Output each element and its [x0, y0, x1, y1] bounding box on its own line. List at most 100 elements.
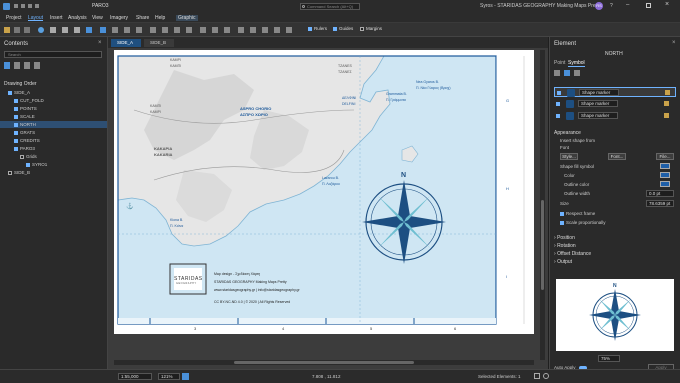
symbol-layer-type-select[interactable]: Shape marker [578, 112, 618, 119]
layer-visibility-checkbox[interactable] [14, 114, 18, 119]
outline-width-input[interactable]: 0.0 pt [646, 190, 674, 197]
zoom-select[interactable]: 121% [158, 373, 180, 380]
symbol-layer-row[interactable]: Shape marker [554, 111, 676, 121]
command-search-input[interactable]: Command Search (Alt+Q) [300, 3, 360, 10]
selection-icon[interactable] [14, 62, 20, 69]
position-section[interactable]: › Position [554, 235, 575, 241]
guides-toggle[interactable]: Guides [333, 26, 353, 31]
symbol-layers-icon[interactable] [564, 70, 570, 76]
layer-row[interactable]: CUT_FOLD [0, 97, 107, 104]
output-section[interactable]: › Output [554, 259, 572, 265]
maximize-button[interactable] [646, 3, 651, 8]
menu-project[interactable]: Project [6, 15, 22, 21]
margins-toggle[interactable]: Margins [360, 26, 382, 31]
layer-row[interactable]: GRATS [0, 129, 107, 136]
contents-search-input[interactable]: Search [4, 51, 102, 58]
map-frame[interactable]: ⚓ N [114, 50, 534, 334]
grid-icon[interactable] [200, 27, 206, 33]
north-arrow-icon[interactable] [124, 27, 130, 33]
lock-icon[interactable] [665, 90, 670, 95]
element-close-icon[interactable]: × [672, 40, 676, 46]
help-icon[interactable]: ? [610, 3, 613, 9]
scale-proportionally-toggle[interactable]: Scale proportionally [560, 220, 606, 225]
layer-visibility-checkbox[interactable] [8, 170, 12, 175]
tab-point[interactable]: Point [554, 60, 565, 66]
margins-checkbox[interactable] [360, 26, 364, 31]
menu-imagery[interactable]: Imagery [110, 15, 128, 21]
menu-graphic[interactable]: Graphic [176, 15, 198, 21]
chart-frame-icon[interactable] [186, 27, 192, 33]
layer-visibility-checkbox[interactable] [14, 146, 18, 151]
layer-visibility-checkbox[interactable] [8, 90, 12, 95]
color-swatch[interactable] [660, 172, 670, 178]
navigator-icon[interactable] [182, 373, 189, 380]
arrange-icon[interactable] [262, 27, 268, 33]
text-icon[interactable] [150, 27, 156, 33]
layer-row[interactable]: Grids [0, 153, 107, 160]
copy-icon[interactable] [24, 27, 30, 33]
tab-side-b[interactable]: SIDE_B [144, 39, 174, 47]
layer-row[interactable]: POINTS [0, 105, 107, 112]
preview-zoom-select[interactable]: 75% [598, 355, 620, 362]
layer-row[interactable]: CREDITS [0, 137, 107, 144]
layer-visibility-checkbox[interactable] [14, 138, 18, 143]
layer-row[interactable]: SIDE_B [0, 169, 107, 176]
user-avatar[interactable]: RS [595, 2, 603, 10]
picture-icon[interactable] [162, 27, 168, 33]
layer-row[interactable]: PARO3 [0, 145, 107, 152]
pan-icon[interactable] [74, 27, 80, 33]
horizontal-scrollbar[interactable] [114, 360, 534, 365]
menu-analysis[interactable]: Analysis [68, 15, 87, 21]
size-input[interactable]: 78.6359 pt [646, 200, 674, 207]
pause-drawing-icon[interactable] [534, 373, 540, 379]
drawing-order-icon[interactable] [4, 62, 10, 69]
rotation-section[interactable]: › Rotation [554, 243, 576, 249]
offset-distance-section[interactable]: › Offset Distance [554, 251, 591, 257]
quick-access-toolbar[interactable] [14, 4, 64, 9]
paste-icon[interactable] [4, 27, 10, 33]
layer-visibility-checkbox[interactable] [14, 122, 18, 127]
full-extent-icon[interactable] [86, 27, 92, 33]
refresh-icon[interactable] [543, 373, 549, 379]
symbol-layer-type-select[interactable]: Shape marker [579, 89, 619, 96]
layer-visibility-checkbox[interactable] [14, 106, 18, 111]
cut-icon[interactable] [14, 27, 20, 33]
scale-bar-icon[interactable] [136, 27, 142, 33]
group-icon[interactable] [274, 27, 280, 33]
lock-icon[interactable] [664, 101, 669, 106]
respect-frame-toggle[interactable]: Respect frame [560, 211, 595, 216]
print-icon[interactable] [224, 27, 230, 33]
rulers-checkbox[interactable] [308, 26, 312, 31]
lock-icon[interactable] [664, 113, 669, 118]
symbol-layer-visibility-checkbox[interactable] [557, 91, 561, 95]
legend-icon[interactable] [112, 27, 118, 33]
zoom-icon[interactable] [62, 27, 68, 33]
style-button[interactable]: Style... [560, 153, 578, 160]
shape-fill-swatch[interactable] [660, 163, 670, 169]
menu-share[interactable]: Share [136, 15, 149, 21]
menu-view[interactable]: View [92, 15, 103, 21]
align-icon[interactable] [286, 27, 292, 33]
respect-frame-checkbox[interactable] [560, 211, 564, 216]
vertical-scrollbar[interactable] [540, 50, 545, 360]
snapping-icon[interactable] [238, 27, 244, 33]
select-icon[interactable] [50, 27, 56, 33]
symbol-layer-row[interactable]: Shape marker [554, 87, 676, 97]
menu-layout[interactable]: Layout [28, 15, 43, 21]
tab-side-a[interactable]: SIDE_A [111, 39, 141, 47]
symbol-layer-type-select[interactable]: Shape marker [578, 100, 618, 107]
layout-selector[interactable]: PARO3 [92, 3, 132, 10]
rulers-toggle[interactable]: Rulers [308, 26, 327, 31]
outline-color-swatch[interactable] [660, 181, 670, 187]
layer-visibility-checkbox[interactable] [14, 130, 18, 135]
layer-row[interactable]: SYRO1 [0, 161, 107, 168]
symbol-layer-visibility-checkbox[interactable] [556, 114, 560, 118]
layout-page[interactable]: ⚓ N KAMPI ΚΑΜΠΙ TZANES ΤΖΑΝΕΣ ΚΑΜΠΙ KAMP… [114, 50, 534, 334]
symbol-properties-icon[interactable] [574, 70, 580, 76]
explore-icon[interactable] [38, 27, 44, 33]
file-button[interactable]: File... [656, 153, 674, 160]
map-scale-select[interactable]: 1:55,000 [118, 373, 152, 380]
tab-symbol[interactable]: Symbol [568, 60, 585, 67]
menu-help[interactable]: Help [155, 15, 165, 21]
map-frame-icon[interactable] [100, 27, 106, 33]
